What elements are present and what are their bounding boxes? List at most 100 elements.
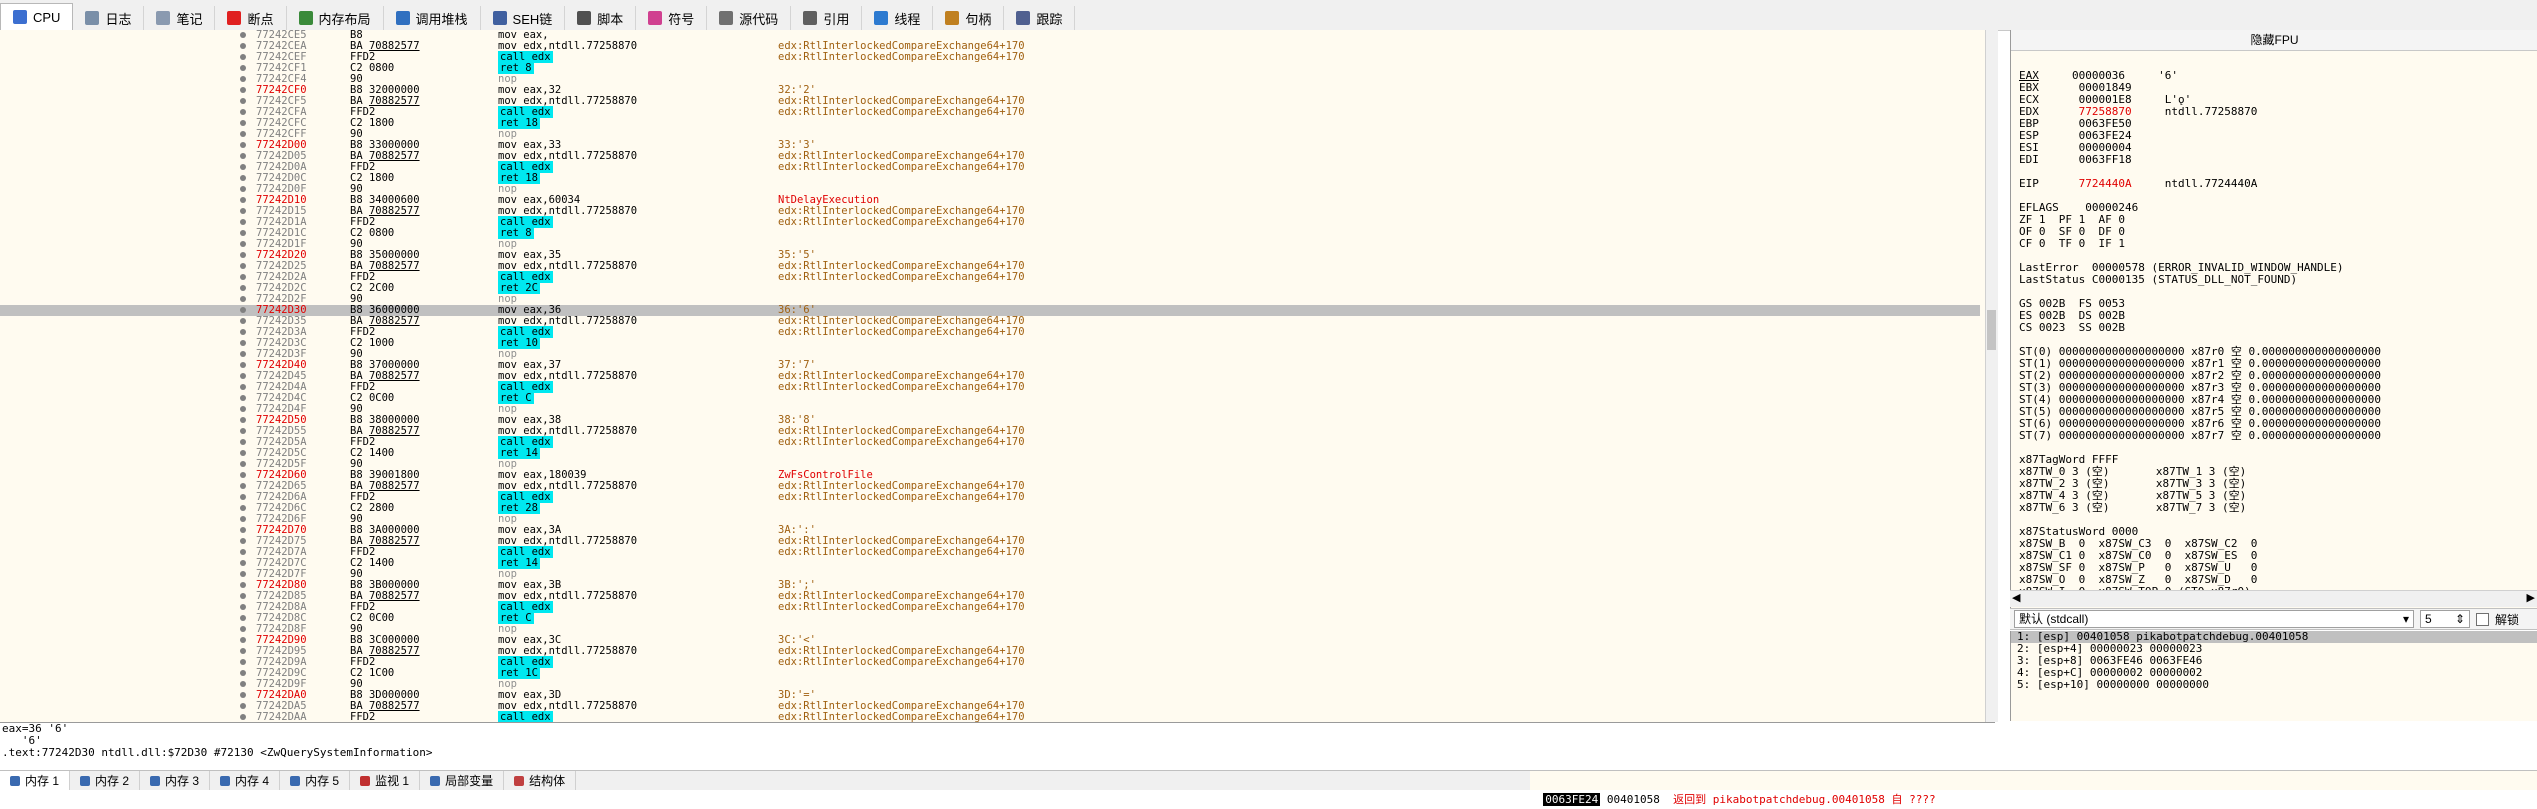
breakpoint-dot-icon[interactable] [240,417,246,423]
breakpoint-dot-icon[interactable] [240,252,246,258]
breakpoint-dot-icon[interactable] [240,571,246,577]
breakpoint-dot-icon[interactable] [240,384,246,390]
dump-tab[interactable]: 结构体 [504,771,577,790]
breakpoint-dot-icon[interactable] [240,142,246,148]
breakpoint-dot-icon[interactable] [240,681,246,687]
scrollbar-thumb[interactable] [1987,310,1996,350]
breakpoint-dot-icon[interactable] [240,87,246,93]
dump-tab[interactable]: 内存 1 [0,771,71,790]
tab-seh-chain[interactable]: SEH链 [481,6,566,30]
tab-log[interactable]: 日志 [73,6,145,30]
breakpoint-dot-icon[interactable] [240,714,246,720]
breakpoint-dot-icon[interactable] [240,274,246,280]
stack-view-row[interactable]: 0063FE24 00401058 返回到 pikabotpatchdebug.… [1530,770,2537,806]
tab-references[interactable]: 引用 [791,6,863,30]
breakpoint-dot-icon[interactable] [240,208,246,214]
dump-tab[interactable]: 局部变量 [420,771,505,790]
breakpoint-dot-icon[interactable] [240,626,246,632]
breakpoint-dot-icon[interactable] [240,450,246,456]
stack-arg-row[interactable]: 5: [esp+10] 00000000 00000000 [2011,679,2537,691]
call-convention-select[interactable]: 默认 (stdcall) ▾ [2014,610,2414,628]
breakpoint-dot-icon[interactable] [240,54,246,60]
register-line[interactable]: EDI 0063FF18 [2019,154,2132,166]
breakpoint-dot-icon[interactable] [240,230,246,236]
breakpoint-dot-icon[interactable] [240,153,246,159]
breakpoint-dot-icon[interactable] [240,615,246,621]
register-hscrollbar[interactable]: ◀ ▶ [2010,590,2537,607]
register-line[interactable]: CF 0 TF 0 IF 1 [2019,238,2125,250]
breakpoint-dot-icon[interactable] [240,362,246,368]
tab-memory-map[interactable]: 内存布局 [287,6,384,30]
breakpoint-dot-icon[interactable] [240,186,246,192]
breakpoint-dot-icon[interactable] [240,692,246,698]
breakpoint-dot-icon[interactable] [240,65,246,71]
breakpoint-dot-icon[interactable] [240,483,246,489]
breakpoint-dot-icon[interactable] [240,516,246,522]
stack-arguments[interactable]: 1: [esp] 00401058 pikabotpatchdebug.0040… [2010,631,2537,721]
scroll-left-icon[interactable]: ◀ [2012,591,2020,604]
breakpoint-dot-icon[interactable] [240,406,246,412]
arg-count-spinner[interactable]: 5 ⇕ [2420,610,2470,628]
register-line[interactable]: LastStatus C0000135 (STATUS_DLL_NOT_FOUN… [2019,274,2297,286]
breakpoint-dot-icon[interactable] [240,296,246,302]
breakpoint-dot-icon[interactable] [240,351,246,357]
breakpoint-dot-icon[interactable] [240,131,246,137]
breakpoint-dot-icon[interactable] [240,395,246,401]
breakpoint-dot-icon[interactable] [240,32,246,38]
breakpoint-dot-icon[interactable] [240,373,246,379]
breakpoint-dot-icon[interactable] [240,472,246,478]
breakpoint-dot-icon[interactable] [240,340,246,346]
breakpoint-dot-icon[interactable] [240,505,246,511]
tab-trace[interactable]: 跟踪 [1004,6,1076,30]
scroll-right-icon[interactable]: ▶ [2527,591,2535,604]
breakpoint-dot-icon[interactable] [240,43,246,49]
breakpoint-dot-icon[interactable] [240,98,246,104]
disassembly-view[interactable]: 77242CE5 B8 mov eax, 77242CEA BA 70882577 mo… [0,30,1996,722]
breakpoint-dot-icon[interactable] [240,527,246,533]
breakpoint-dot-icon[interactable] [240,219,246,225]
breakpoint-dot-icon[interactable] [240,164,246,170]
breakpoint-dot-icon[interactable] [240,428,246,434]
register-line[interactable]: x87TW_6 3 (空) x87TW_7 3 (空) [2019,502,2246,514]
breakpoint-dot-icon[interactable] [240,241,246,247]
breakpoint-dot-icon[interactable] [240,703,246,709]
breakpoint-dot-icon[interactable] [240,593,246,599]
tab-cpu[interactable]: CPU [0,3,74,30]
register-panel[interactable]: 隐藏FPU EAX 00000036 '6' EBX 00001849 ECX 00… [2010,30,2537,608]
breakpoint-dot-icon[interactable] [240,318,246,324]
tab-call-stack[interactable]: 调用堆栈 [384,6,481,30]
breakpoint-dot-icon[interactable] [240,285,246,291]
unlock-checkbox[interactable] [2476,612,2489,626]
breakpoint-dot-icon[interactable] [240,604,246,610]
breakpoint-dot-icon[interactable] [240,670,246,676]
tab-threads[interactable]: 线程 [862,6,934,30]
breakpoint-dot-icon[interactable] [240,560,246,566]
hide-fpu-button[interactable]: 隐藏FPU [2011,30,2537,51]
breakpoint-dot-icon[interactable] [240,76,246,82]
breakpoint-dot-icon[interactable] [240,109,246,115]
dump-tab[interactable]: 内存 5 [280,771,351,790]
breakpoint-dot-icon[interactable] [240,329,246,335]
tab-notes[interactable]: 笔记 [144,6,216,30]
tab-source[interactable]: 源代码 [707,6,792,30]
dump-tab[interactable]: 内存 3 [140,771,211,790]
register-line[interactable]: EIP 7724440A ntdll.7724440A [2019,178,2257,190]
tab-breakpoint[interactable]: 断点 [215,6,287,30]
breakpoint-dot-icon[interactable] [240,307,246,313]
breakpoint-dot-icon[interactable] [240,538,246,544]
dump-tab[interactable]: 内存 4 [210,771,281,790]
breakpoint-dot-icon[interactable] [240,659,246,665]
breakpoint-dot-icon[interactable] [240,648,246,654]
breakpoint-dot-icon[interactable] [240,582,246,588]
breakpoint-dot-icon[interactable] [240,439,246,445]
dump-tab[interactable]: 监视 1 [350,771,421,790]
breakpoint-dot-icon[interactable] [240,263,246,269]
disasm-row[interactable]: 77242DAA FFD2 call edx edx:RtlInterlockedCo… [0,711,1980,722]
dump-tab[interactable]: 内存 2 [70,771,141,790]
breakpoint-dot-icon[interactable] [240,175,246,181]
tab-script[interactable]: 脚本 [565,6,637,30]
breakpoint-dot-icon[interactable] [240,637,246,643]
breakpoint-dot-icon[interactable] [240,197,246,203]
disassembly-scrollbar[interactable] [1985,30,1998,722]
breakpoint-dot-icon[interactable] [240,120,246,126]
